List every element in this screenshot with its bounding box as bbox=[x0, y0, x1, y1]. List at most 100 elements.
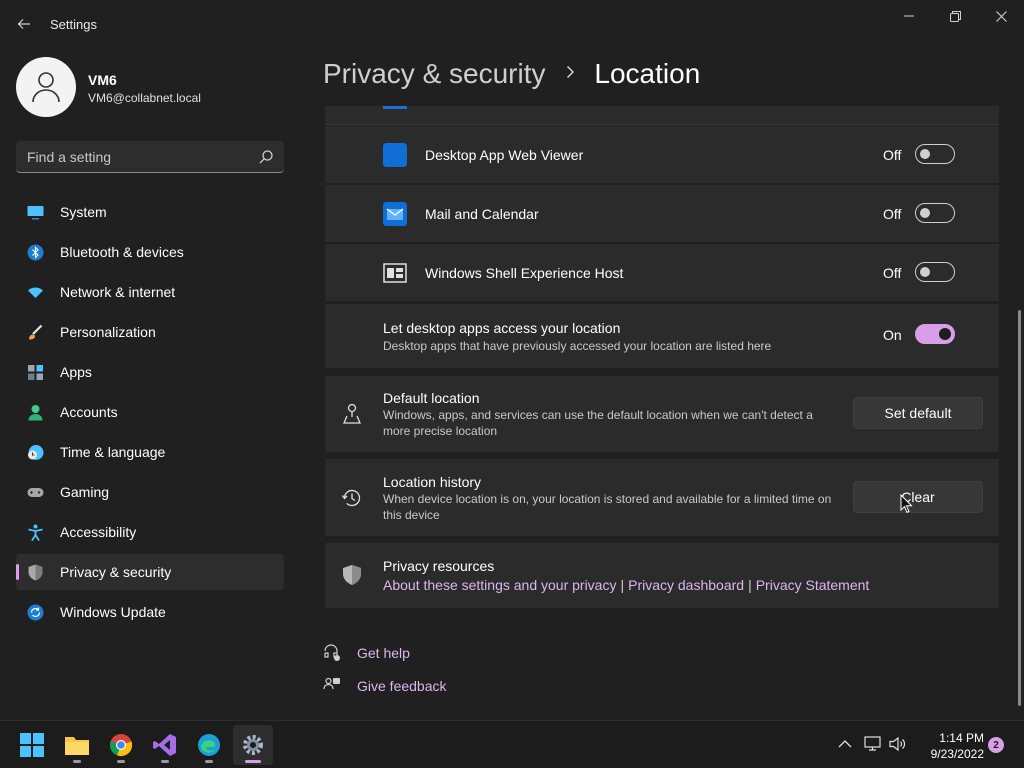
sidebar-item-privacy-security[interactable]: Privacy & security bbox=[16, 554, 284, 590]
volume-tray-button[interactable] bbox=[889, 735, 907, 753]
sidebar-item-gaming[interactable]: Gaming bbox=[16, 474, 284, 510]
update-icon bbox=[27, 604, 44, 621]
edge-button[interactable] bbox=[189, 725, 229, 765]
search-input[interactable]: Find a setting bbox=[16, 141, 284, 173]
taskbar-clock[interactable]: 1:14 PM 9/23/2022 bbox=[914, 730, 984, 762]
setting-title: Privacy resources bbox=[383, 558, 495, 574]
volume-icon bbox=[889, 736, 906, 752]
sidebar-item-system[interactable]: System bbox=[16, 194, 284, 230]
apps-icon bbox=[28, 365, 43, 380]
back-arrow-icon bbox=[17, 19, 30, 29]
notification-badge[interactable]: 2 bbox=[988, 737, 1004, 753]
restore-button[interactable] bbox=[932, 4, 978, 28]
network-tray-button[interactable] bbox=[864, 735, 882, 753]
give-feedback-row[interactable]: Give feedback bbox=[323, 676, 447, 696]
setting-title: Location history bbox=[383, 474, 482, 490]
chevron-up-icon bbox=[838, 740, 852, 748]
web-viewer-icon bbox=[383, 143, 407, 167]
map-pin-icon bbox=[343, 403, 361, 424]
privacy-statement-link[interactable]: Privacy Statement bbox=[756, 577, 870, 593]
location-toggle-windows-shell-experience-host[interactable] bbox=[915, 262, 955, 282]
app-name: Desktop App Web Viewer bbox=[425, 147, 584, 163]
sidebar-item-accounts[interactable]: Accounts bbox=[16, 394, 284, 430]
toggle-knob bbox=[920, 149, 930, 159]
running-indicator bbox=[205, 760, 213, 763]
sidebar-item-bluetooth[interactable]: Bluetooth & devices bbox=[16, 234, 284, 270]
mail-icon bbox=[383, 202, 407, 226]
sidebar-item-label: Accounts bbox=[60, 404, 118, 420]
breadcrumb-parent-link[interactable]: Privacy & security bbox=[323, 58, 546, 89]
settings-taskbar-button[interactable] bbox=[233, 725, 273, 765]
visual-studio-button[interactable] bbox=[145, 725, 185, 765]
restore-icon bbox=[949, 10, 961, 22]
sidebar-item-label: Personalization bbox=[60, 324, 156, 340]
toggle-state-label: On bbox=[883, 327, 902, 343]
clock-date: 9/23/2022 bbox=[930, 747, 984, 761]
setting-title: Default location bbox=[383, 390, 480, 406]
shield-icon bbox=[28, 564, 43, 581]
show-hidden-icons-button[interactable] bbox=[836, 735, 854, 753]
sidebar-item-accessibility[interactable]: Accessibility bbox=[16, 514, 284, 550]
sidebar-item-label: Network & internet bbox=[60, 284, 176, 300]
link-separator: | bbox=[748, 577, 752, 593]
start-icon bbox=[20, 733, 44, 757]
chrome-icon bbox=[109, 734, 133, 757]
app-row-desktop-app-web-viewer: Desktop App Web Viewer Off bbox=[325, 126, 999, 183]
sidebar-item-personalization[interactable]: Personalization bbox=[16, 314, 284, 350]
minimize-icon bbox=[904, 15, 914, 17]
avatar bbox=[16, 57, 76, 117]
close-button[interactable] bbox=[978, 4, 1024, 28]
toggle-knob bbox=[920, 208, 930, 218]
sidebar-item-apps[interactable]: Apps bbox=[16, 354, 284, 390]
settings-icon bbox=[243, 735, 263, 755]
clock-globe-icon bbox=[28, 445, 44, 460]
chevron-right-icon bbox=[550, 65, 590, 84]
chrome-button[interactable] bbox=[101, 725, 141, 765]
back-button[interactable] bbox=[12, 12, 36, 36]
scrollbar[interactable] bbox=[1018, 310, 1021, 706]
sidebar-item-label: System bbox=[60, 204, 107, 220]
history-icon bbox=[341, 489, 361, 507]
visual-studio-icon bbox=[153, 734, 176, 756]
sidebar-item-time-language[interactable]: Time & language bbox=[16, 434, 284, 470]
wifi-icon bbox=[28, 287, 43, 298]
user-profile[interactable]: VM6 VM6@collabnet.local bbox=[16, 57, 286, 117]
about-privacy-link[interactable]: About these settings and your privacy bbox=[383, 577, 616, 593]
get-help-row[interactable]: Get help bbox=[323, 643, 410, 663]
link-separator: | bbox=[620, 577, 625, 593]
set-default-button[interactable]: Set default bbox=[853, 397, 983, 429]
get-help-icon bbox=[324, 644, 340, 661]
toggle-knob bbox=[939, 328, 951, 340]
file-explorer-button[interactable] bbox=[57, 725, 97, 765]
close-icon bbox=[995, 10, 1007, 22]
clear-history-button[interactable]: Clear bbox=[853, 481, 983, 513]
sidebar-item-network[interactable]: Network & internet bbox=[16, 274, 284, 310]
location-toggle-desktop-app-web-viewer[interactable] bbox=[915, 144, 955, 164]
location-toggle-mail-calendar[interactable] bbox=[915, 203, 955, 223]
privacy-resources: Privacy resources About these settings a… bbox=[325, 543, 999, 608]
privacy-links: About these settings and your privacy | Pr… bbox=[383, 577, 869, 595]
get-help-link[interactable]: Get help bbox=[357, 645, 410, 661]
profile-name: VM6 bbox=[88, 72, 117, 88]
give-feedback-link[interactable]: Give feedback bbox=[357, 678, 447, 694]
sidebar-item-windows-update[interactable]: Windows Update bbox=[16, 594, 284, 630]
network-icon bbox=[864, 736, 881, 751]
minimize-button[interactable] bbox=[886, 4, 932, 28]
setting-description: When device location is on, your locatio… bbox=[383, 492, 832, 522]
setting-description: Desktop apps that have previously access… bbox=[383, 339, 772, 353]
brush-icon bbox=[29, 324, 43, 340]
desktop-apps-location-setting: Let desktop apps access your location De… bbox=[325, 304, 999, 368]
sidebar-item-label: Accessibility bbox=[60, 524, 137, 540]
privacy-dashboard-link[interactable]: Privacy dashboard bbox=[628, 577, 744, 593]
sidebar-nav: System Bluetooth & devices Network & int… bbox=[16, 194, 284, 634]
setting-description: Windows, apps, and services can use the … bbox=[383, 408, 813, 438]
sidebar-item-label: Gaming bbox=[60, 484, 110, 500]
search-placeholder: Find a setting bbox=[27, 149, 112, 165]
feedback-icon bbox=[323, 677, 340, 690]
desktop-apps-location-toggle[interactable] bbox=[915, 324, 955, 344]
toggle-state-label: Off bbox=[883, 206, 902, 222]
page-title: Location bbox=[594, 58, 701, 89]
search-icon[interactable] bbox=[258, 149, 274, 165]
start-button[interactable] bbox=[12, 725, 52, 765]
running-indicator bbox=[117, 760, 125, 763]
